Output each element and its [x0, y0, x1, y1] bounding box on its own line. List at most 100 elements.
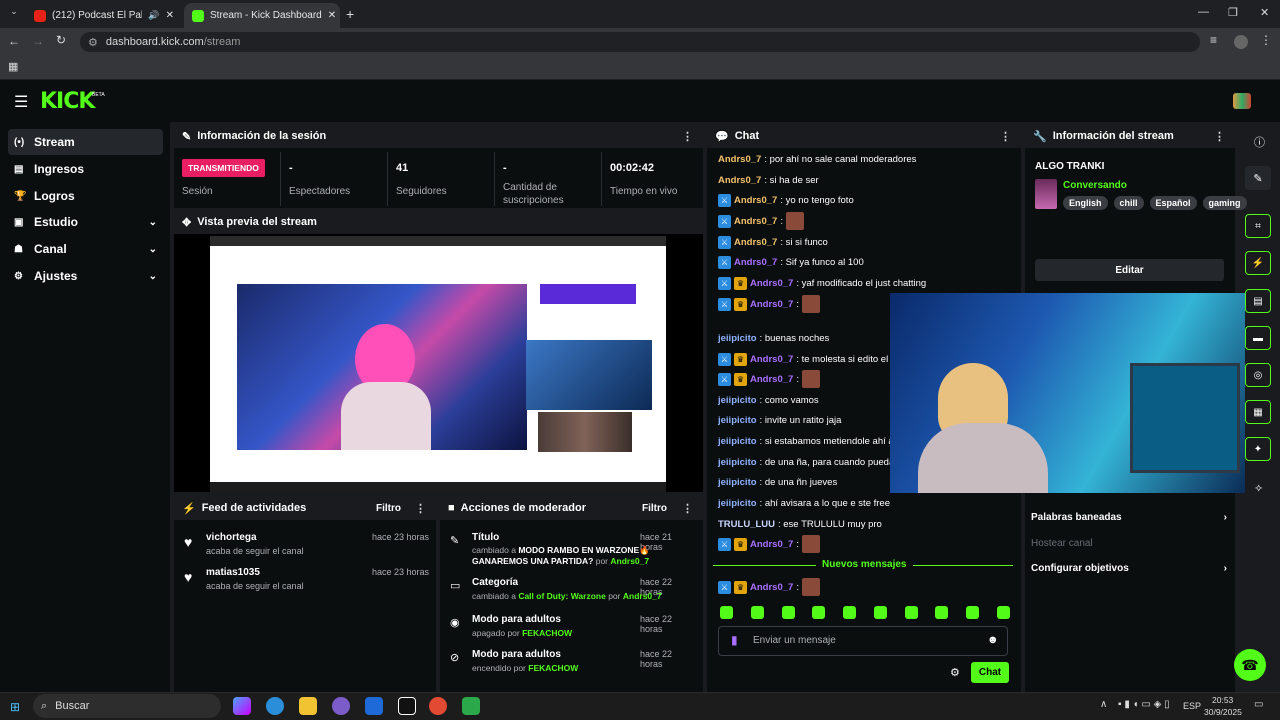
apps-icon[interactable]: ▦ [8, 60, 18, 73]
filter-button[interactable]: Filtro [642, 503, 667, 514]
window-close-button[interactable]: ✕ [1260, 6, 1269, 19]
tab-youtube[interactable]: (212) Podcast El Pabellón - 🔊 ✕ [26, 3, 182, 28]
clipboard-icon[interactable]: ▤ [1245, 289, 1271, 313]
reload-icon[interactable]: ↻ [56, 33, 66, 47]
stream-preview[interactable] [174, 234, 703, 492]
profile-avatar[interactable] [1234, 35, 1248, 49]
sidebar-item-logros[interactable]: 🏆 Logros [8, 183, 163, 209]
chat-user[interactable]: Andrs0_7 [734, 195, 777, 206]
emoji-icon[interactable]: ☻ [987, 634, 999, 646]
chat-user[interactable]: jeiipicito [718, 415, 757, 426]
chevron-down-icon[interactable]: ⌄ [149, 244, 157, 255]
app-icon[interactable] [365, 697, 383, 715]
back-icon[interactable]: ← [8, 34, 20, 48]
wrench-icon[interactable]: ✦ [1245, 437, 1271, 461]
tab-search-icon[interactable]: ⌄ [6, 6, 22, 22]
close-icon[interactable]: ✕ [166, 10, 174, 21]
site-info-icon[interactable]: ⚙ [88, 36, 98, 49]
lightning-icon[interactable]: ⚡ [1245, 251, 1271, 275]
chat-user[interactable]: Andrs0_7 [750, 374, 793, 385]
chat-user[interactable]: Andrs0_7 [750, 299, 793, 310]
feed-user[interactable]: vichortega [206, 532, 257, 543]
emote-icon[interactable] [873, 606, 887, 619]
omnibox[interactable]: ⚙ dashboard.kick.com/stream [80, 32, 1200, 52]
extensions-icon[interactable]: ✧ [1254, 482, 1263, 495]
emote-icon[interactable] [935, 606, 949, 619]
chat-user[interactable]: TRULU_LUU [718, 519, 775, 530]
edit-button[interactable]: Editar [1035, 259, 1224, 281]
notifications-icon[interactable]: ▭ [1254, 699, 1263, 710]
chat-bubble-icon[interactable]: ▬ [1245, 326, 1271, 350]
file-explorer-icon[interactable] [299, 697, 317, 715]
chat-user[interactable]: Andrs0_7 [750, 582, 793, 593]
kick-logo[interactable]: KICK [40, 89, 95, 114]
more-icon[interactable]: ⋮ [1000, 130, 1011, 143]
host-channel-link[interactable]: Hostear canal [1031, 538, 1093, 549]
clock-time[interactable]: 20:53 [1212, 695, 1233, 705]
chat-user[interactable]: Andrs0_7 [718, 175, 761, 186]
chat-user[interactable]: jeiipicito [718, 333, 757, 344]
discord-icon[interactable] [332, 697, 350, 715]
tray-chevron-icon[interactable]: ∧ [1100, 699, 1107, 710]
obs-icon[interactable] [398, 697, 416, 715]
sidebar-item-stream[interactable]: (•) Stream [8, 129, 163, 155]
emote-icon[interactable] [750, 606, 764, 619]
chevron-down-icon[interactable]: ⌄ [149, 271, 157, 282]
restore-button[interactable]: ❐ [1228, 6, 1238, 19]
goals-link[interactable]: Configurar objetivos › [1031, 563, 1227, 574]
chat-user[interactable]: jeiipicito [718, 457, 757, 468]
sidebar-item-ajustes[interactable]: ⚙ Ajustes ⌄ [8, 263, 163, 289]
chat-settings-icon[interactable]: ⚙ [950, 666, 960, 679]
layout-icon[interactable]: ▦ [1245, 400, 1271, 424]
chat-user[interactable]: jeiipicito [718, 477, 757, 488]
chat-input[interactable]: ▮ Enviar un mensaje ☻ [718, 626, 1008, 656]
terminal-icon[interactable] [462, 697, 480, 715]
mic-icon[interactable]: ▮ [731, 633, 738, 647]
chrome-icon[interactable] [429, 697, 447, 715]
new-messages-label[interactable]: Nuevos mensajes [816, 559, 913, 570]
copilot-icon[interactable] [233, 697, 251, 715]
sidebar-item-estudio[interactable]: ▣ Estudio ⌄ [8, 209, 163, 235]
emote-icon[interactable] [812, 606, 826, 619]
chat-user[interactable]: Andrs0_7 [734, 216, 777, 227]
close-icon[interactable]: ✕ [328, 10, 336, 21]
sidebar-item-canal[interactable]: ☗ Canal ⌄ [8, 236, 163, 262]
media-icon[interactable]: ≡ [1210, 33, 1217, 47]
speaker-icon[interactable]: 🔊 [148, 10, 159, 21]
emote-icon[interactable] [904, 606, 918, 619]
stream-category[interactable]: Conversando [1063, 180, 1127, 191]
tab-kick-dashboard[interactable]: Stream - Kick Dashboard ✕ [184, 3, 340, 28]
sidebar-item-ingresos[interactable]: ▤ Ingresos [8, 156, 163, 182]
emote-icon[interactable] [966, 606, 980, 619]
new-tab-button[interactable]: + [346, 6, 354, 22]
tray-icons[interactable]: ▪ ▮ ◖ ▭ ◈ ▯ [1118, 699, 1170, 710]
banned-words-link[interactable]: Palabras baneadas › [1031, 512, 1227, 523]
chat-user[interactable]: jeiipicito [718, 395, 757, 406]
clock-date[interactable]: 30/9/2025 [1204, 707, 1242, 717]
scan-icon[interactable]: ⌗ [1245, 214, 1271, 238]
more-icon[interactable]: ⋮ [682, 502, 693, 515]
edit-icon[interactable]: ✎ [1245, 166, 1271, 190]
chat-user[interactable]: Andrs0_7 [750, 539, 793, 550]
chat-user[interactable]: Andrs0_7 [734, 257, 777, 268]
emote-icon[interactable] [781, 606, 795, 619]
hamburger-icon[interactable]: ☰ [14, 92, 28, 112]
chat-user[interactable]: jeiipicito [718, 436, 757, 447]
emote-icon[interactable] [996, 606, 1010, 619]
emote-icon[interactable] [843, 606, 857, 619]
chat-user[interactable]: Andrs0_7 [750, 278, 793, 289]
forward-icon[interactable]: → [32, 34, 44, 48]
feed-user[interactable]: matias1035 [206, 567, 260, 578]
send-chat-button[interactable]: Chat [971, 662, 1009, 683]
chat-user[interactable]: Andrs0_7 [718, 154, 761, 165]
taskbar-search[interactable]: ⌕ Buscar [33, 694, 221, 718]
support-icon[interactable]: ☎ [1234, 649, 1266, 681]
chat-user[interactable]: Andrs0_7 [750, 354, 793, 365]
menu-icon[interactable]: ⋮ [1260, 33, 1272, 47]
more-icon[interactable]: ⋮ [415, 502, 426, 515]
broadcast-icon[interactable]: ◎ [1245, 363, 1271, 387]
filter-button[interactable]: Filtro [376, 503, 401, 514]
chat-user[interactable]: Andrs0_7 [734, 237, 777, 248]
windows-start-icon[interactable]: ⊞ [10, 700, 20, 714]
user-avatar[interactable] [1233, 93, 1251, 109]
